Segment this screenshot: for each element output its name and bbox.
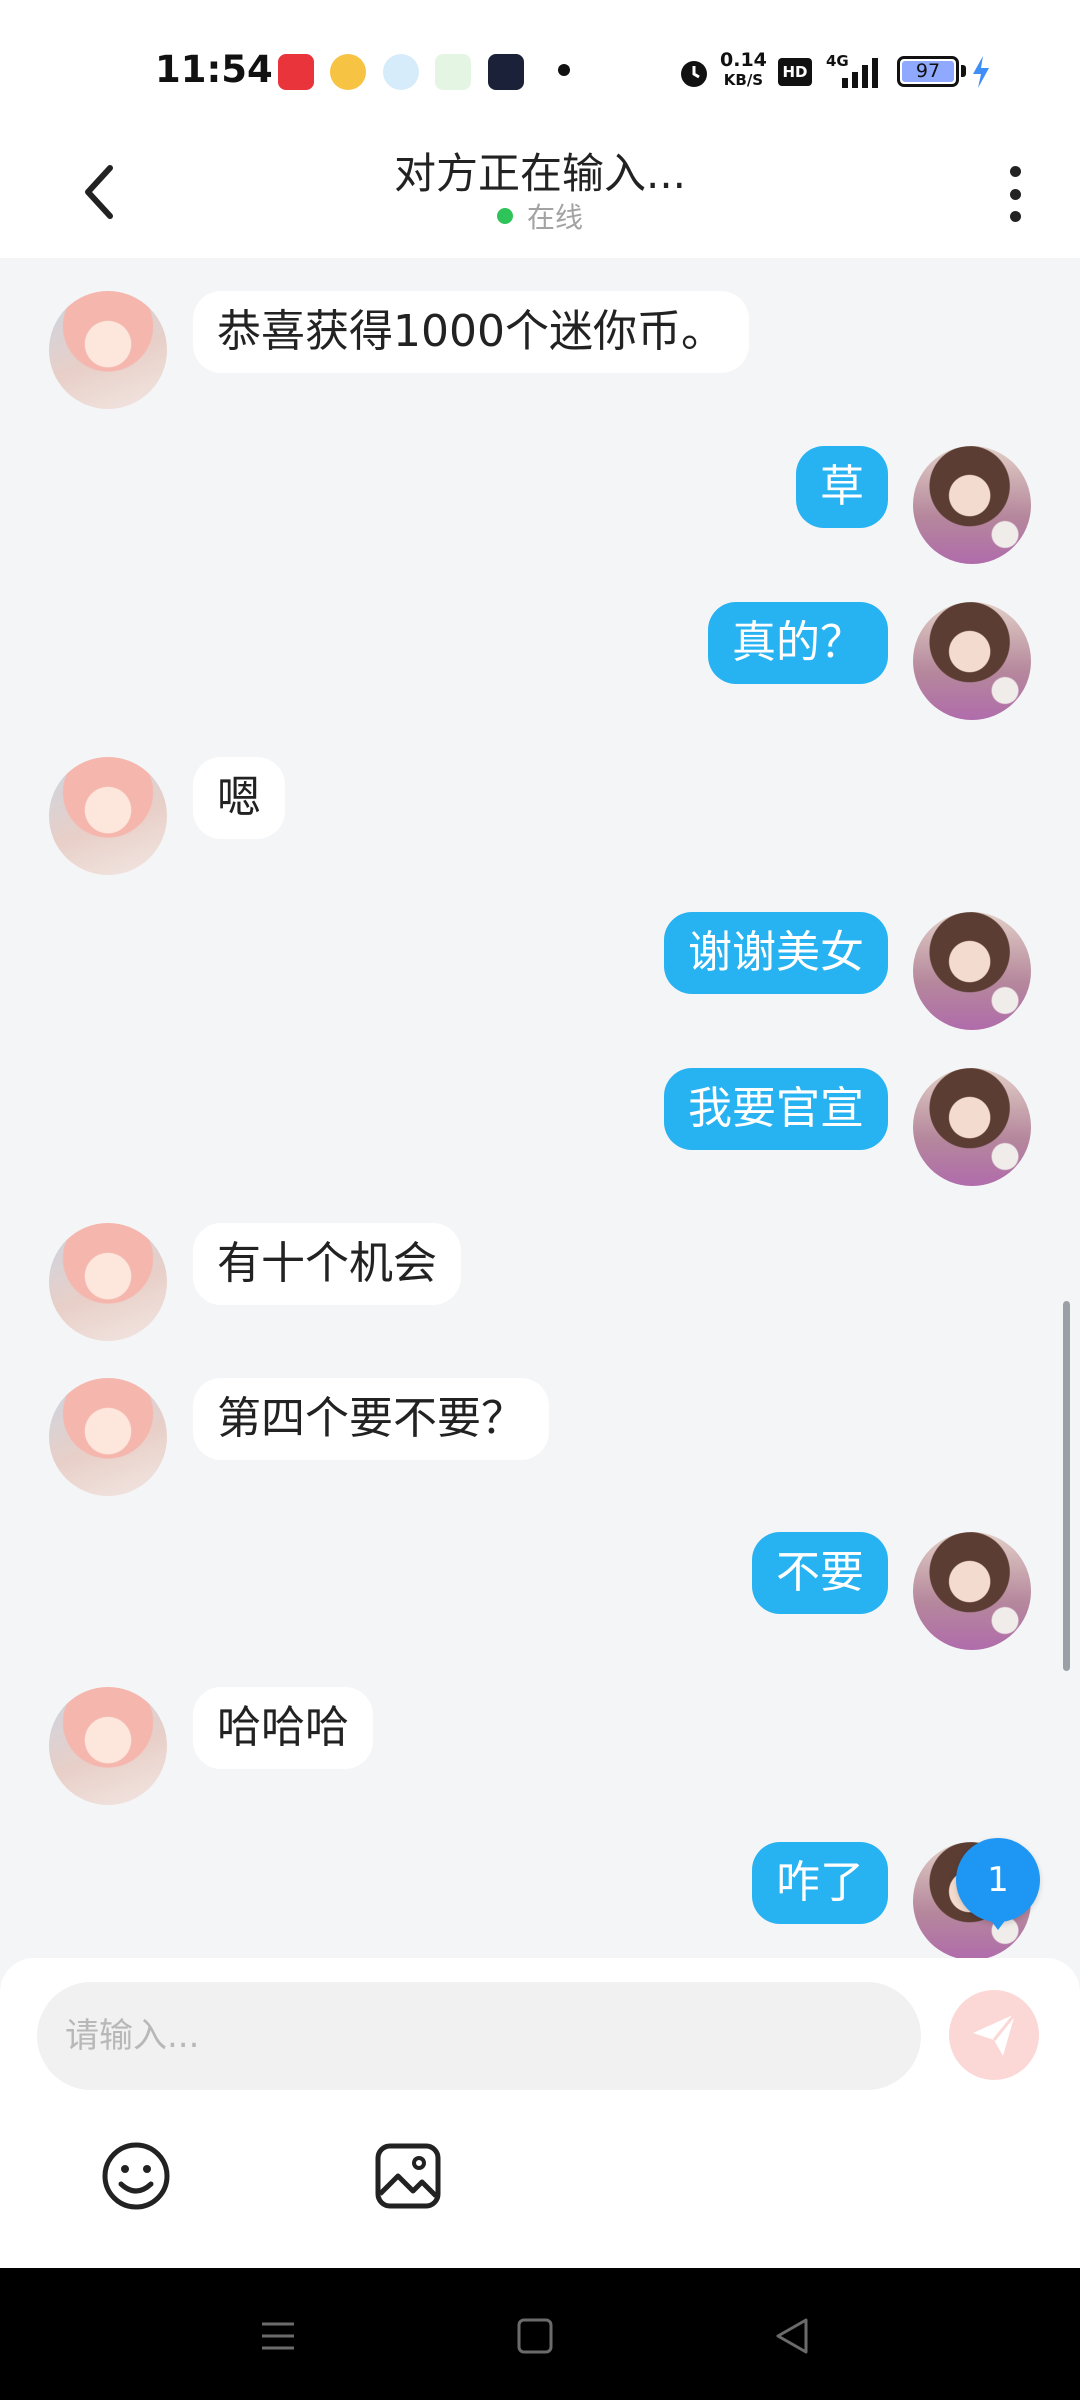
charging-icon bbox=[973, 56, 989, 88]
online-status-text: 在线 bbox=[526, 201, 583, 234]
message-bubble[interactable]: 草 bbox=[796, 446, 888, 528]
battery-level: 97 bbox=[902, 61, 954, 82]
my-avatar[interactable] bbox=[913, 1068, 1031, 1186]
message-row-outgoing: 咋了 bbox=[0, 1842, 1080, 1958]
status-time: 11:54 bbox=[155, 48, 273, 91]
contact-avatar[interactable] bbox=[49, 1378, 167, 1496]
chat-header: 对方正在输入... 在线 bbox=[0, 130, 1080, 258]
message-row-incoming: 有十个机会 bbox=[0, 1223, 1080, 1343]
more-dot bbox=[1009, 211, 1021, 222]
video-icon bbox=[435, 54, 471, 90]
message-row-incoming: 哈哈哈 bbox=[0, 1687, 1080, 1807]
more-notifications-dot bbox=[558, 64, 570, 76]
contact-avatar[interactable] bbox=[49, 291, 167, 409]
message-bubble[interactable]: 恭喜获得1000个迷你币。 bbox=[193, 291, 749, 373]
my-avatar[interactable] bbox=[913, 1532, 1031, 1650]
toutiao-icon bbox=[278, 54, 314, 90]
message-row-incoming: 嗯 bbox=[0, 757, 1080, 877]
more-options-button[interactable] bbox=[990, 156, 1040, 232]
message-row-incoming: 恭喜获得1000个迷你币。 bbox=[0, 291, 1080, 411]
more-dot bbox=[1009, 188, 1021, 200]
message-bubble[interactable]: 谢谢美女 bbox=[664, 912, 888, 994]
message-bubble[interactable]: 有十个机会 bbox=[193, 1223, 461, 1305]
message-row-outgoing: 真的？ bbox=[0, 602, 1080, 722]
battery-tip bbox=[961, 65, 966, 77]
message-bubble[interactable]: 哈哈哈 bbox=[193, 1687, 373, 1769]
message-row-outgoing: 谢谢美女 bbox=[0, 912, 1080, 1032]
image-button[interactable] bbox=[368, 2136, 448, 2216]
send-button[interactable] bbox=[949, 1990, 1039, 2080]
signal-icon bbox=[842, 58, 878, 88]
contact-avatar[interactable] bbox=[49, 1223, 167, 1341]
send-icon bbox=[973, 2013, 1017, 2056]
my-avatar[interactable] bbox=[913, 912, 1031, 1030]
home-nav-button[interactable] bbox=[505, 2306, 565, 2366]
network-speed: 0.14 KB/S bbox=[720, 50, 767, 90]
my-avatar[interactable] bbox=[913, 446, 1031, 564]
chat-title: 对方正在输入... bbox=[393, 149, 687, 198]
message-bubble[interactable]: 我要官宣 bbox=[664, 1068, 888, 1150]
message-list[interactable]: 恭喜获得1000个迷你币。 草 真的？ 嗯 谢谢美女 我要官宣 有十个机会 第四… bbox=[0, 258, 1080, 1958]
more-dot bbox=[1009, 166, 1021, 177]
message-row-outgoing: 草 bbox=[0, 446, 1080, 566]
message-row-outgoing: 不要 bbox=[0, 1532, 1080, 1652]
battery-icon: 97 bbox=[897, 56, 959, 87]
chat-screen: 11:54 0.14 KB/S HD 4G 97 对方正在输入... 在线 恭喜… bbox=[0, 0, 1080, 2400]
home-square-icon bbox=[517, 2318, 553, 2354]
weibo-icon bbox=[330, 54, 366, 90]
chat-scrollbar[interactable] bbox=[1063, 1301, 1070, 1671]
online-dot-icon bbox=[496, 208, 513, 224]
kwai-icon bbox=[488, 54, 524, 90]
contact-avatar[interactable] bbox=[49, 757, 167, 875]
online-status: 在线 bbox=[0, 196, 1080, 236]
image-icon bbox=[375, 2143, 441, 2209]
alarm-icon bbox=[681, 61, 707, 87]
hd-badge: HD bbox=[778, 58, 812, 86]
message-bubble[interactable]: 咋了 bbox=[752, 1842, 888, 1924]
message-bubble[interactable]: 第四个要不要？ bbox=[193, 1378, 549, 1460]
input-panel bbox=[0, 1958, 1080, 2268]
contact-avatar[interactable] bbox=[49, 1687, 167, 1805]
my-avatar[interactable] bbox=[913, 602, 1031, 720]
system-nav-bar bbox=[0, 2268, 1080, 2400]
menu-icon bbox=[262, 2322, 294, 2350]
message-bubble[interactable]: 真的？ bbox=[708, 602, 888, 684]
status-bar: 11:54 0.14 KB/S HD 4G 97 bbox=[0, 0, 1080, 130]
net-speed-unit: KB/S bbox=[723, 71, 764, 89]
back-nav-button[interactable] bbox=[762, 2306, 822, 2366]
menu-nav-button[interactable] bbox=[248, 2306, 308, 2366]
message-input[interactable] bbox=[37, 1982, 921, 2090]
net-speed-value: 0.14 bbox=[720, 49, 767, 71]
back-triangle-icon bbox=[776, 2318, 808, 2354]
browser-icon bbox=[383, 54, 419, 90]
message-row-outgoing: 我要官宣 bbox=[0, 1068, 1080, 1188]
message-bubble[interactable]: 嗯 bbox=[193, 757, 285, 839]
smiley-icon bbox=[102, 2142, 170, 2210]
message-bubble[interactable]: 不要 bbox=[752, 1532, 888, 1614]
message-row-incoming: 第四个要不要？ bbox=[0, 1378, 1080, 1498]
emoji-button[interactable] bbox=[96, 2136, 176, 2216]
unread-badge[interactable]: 1 bbox=[956, 1838, 1040, 1930]
